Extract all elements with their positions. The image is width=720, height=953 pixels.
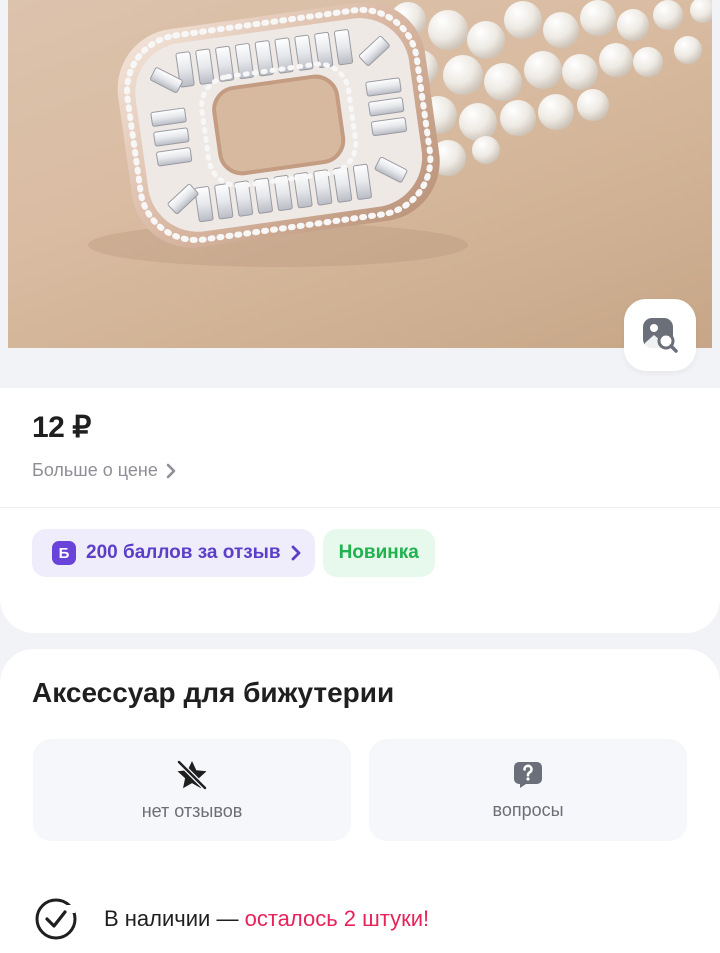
chips-row: Б 200 баллов за отзыв Новинка bbox=[32, 529, 435, 577]
image-search-button[interactable] bbox=[624, 299, 696, 371]
product-info-card: Аксессуар для бижутерии нет отзывов вопр… bbox=[0, 649, 720, 953]
questions-label: вопросы bbox=[492, 799, 564, 820]
review-points-chip[interactable]: Б 200 баллов за отзыв bbox=[32, 529, 315, 577]
photo-card-bottom bbox=[8, 348, 712, 388]
review-points-label: 200 баллов за отзыв bbox=[86, 542, 281, 563]
divider bbox=[0, 507, 720, 508]
price-card: 12 ₽ Больше о цене Б 200 баллов за отзыв… bbox=[0, 388, 720, 633]
points-badge-icon: Б bbox=[52, 541, 76, 565]
stock-status: В наличии — осталось 2 штуки! bbox=[34, 897, 429, 941]
reviews-label: нет отзывов bbox=[141, 800, 243, 821]
product-photo-illustration bbox=[88, 0, 712, 267]
image-search-icon bbox=[643, 318, 678, 353]
product-title: Аксессуар для бижутерии bbox=[32, 677, 395, 708]
product-photo[interactable] bbox=[8, 0, 712, 348]
more-about-price-link[interactable]: Больше о цене bbox=[32, 460, 176, 481]
check-circle-icon bbox=[35, 898, 77, 940]
new-badge: Новинка bbox=[322, 529, 435, 577]
stock-remaining-text: осталось 2 штуки! bbox=[244, 906, 430, 931]
reviews-tile[interactable]: нет отзывов bbox=[33, 739, 351, 841]
stock-status-text: В наличии — bbox=[104, 906, 239, 931]
price: 12 ₽ bbox=[32, 411, 91, 444]
more-about-price-label: Больше о цене bbox=[32, 460, 158, 480]
question-bubble-icon bbox=[514, 761, 542, 788]
chevron-right-icon bbox=[166, 463, 176, 478]
star-slash-icon bbox=[176, 759, 208, 790]
questions-tile[interactable]: вопросы bbox=[369, 739, 687, 841]
chevron-right-icon bbox=[291, 545, 300, 561]
